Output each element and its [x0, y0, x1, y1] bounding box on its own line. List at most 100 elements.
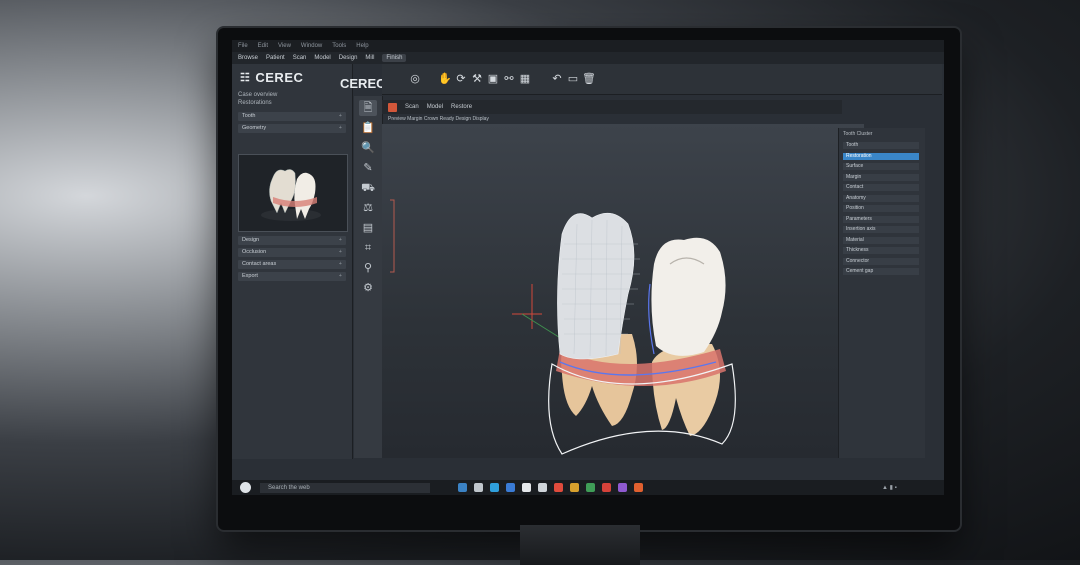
expand-icon[interactable]: +: [339, 260, 342, 269]
target-icon[interactable]: ◎: [408, 72, 422, 86]
right-panel-title: Tooth Cluster: [843, 131, 873, 137]
taskbar-app-icon[interactable]: [538, 483, 547, 492]
tab-patient[interactable]: Patient: [266, 55, 285, 61]
property-row[interactable]: Contact: [843, 184, 919, 191]
tab-design[interactable]: Design: [339, 55, 358, 61]
menu-item[interactable]: Tools: [332, 43, 346, 49]
tab-model[interactable]: Model: [314, 55, 330, 61]
system-tray[interactable]: ▲ ▮ ▪: [882, 484, 932, 491]
taskbar-app-icon[interactable]: [554, 483, 563, 492]
car-icon[interactable]: ⛟: [359, 180, 377, 196]
tool-icon[interactable]: ⚒: [470, 72, 484, 86]
panel-row[interactable]: Geometry +: [238, 124, 346, 133]
panel-row-label: Occlusion: [242, 249, 267, 255]
taskbar-search[interactable]: Search the web: [260, 483, 430, 493]
hand-icon[interactable]: ✋: [438, 72, 452, 86]
left-panel: ☷ CEREC Case overview Restorations Tooth…: [232, 64, 353, 459]
taskbar: Search the web ▲ ▮ ▪: [232, 480, 944, 495]
screen: File Edit View Window Tools Help Browse Patien…: [232, 40, 944, 495]
expand-icon[interactable]: +: [339, 248, 342, 257]
panel-row-label: Contact areas: [242, 261, 277, 267]
menu-item[interactable]: Edit: [258, 43, 268, 49]
grid-menu-icon[interactable]: ☷: [240, 71, 250, 84]
panel-row[interactable]: Occlusion +: [238, 248, 346, 257]
settings-icon[interactable]: ⚙: [359, 280, 377, 296]
record-icon[interactable]: [388, 102, 397, 112]
subbar-item-2[interactable]: Model: [427, 104, 443, 110]
panel-row-label: Geometry: [242, 125, 267, 131]
link-icon[interactable]: ⚯: [502, 72, 516, 86]
info-bar: Preview Margin Crown Ready Design Displa…: [388, 116, 489, 122]
panel-row[interactable]: Export +: [238, 272, 346, 281]
property-row[interactable]: Margin: [843, 173, 919, 181]
right-panel: Tooth Cluster Tooth Restoration Surface Mar…: [838, 128, 925, 458]
expand-icon[interactable]: +: [339, 124, 342, 133]
trash-icon[interactable]: 🗑: [582, 72, 596, 86]
taskbar-app-icon[interactable]: [586, 483, 595, 492]
property-row[interactable]: Thickness: [843, 247, 919, 254]
property-row[interactable]: Position: [843, 205, 919, 212]
menu-bar: File Edit View Window Tools Help: [232, 40, 944, 52]
magnify-icon[interactable]: 🔍: [359, 140, 377, 156]
3d-viewport[interactable]: [382, 124, 864, 458]
property-row[interactable]: Parameters: [843, 215, 919, 223]
tab-scan[interactable]: Scan: [293, 55, 307, 61]
taskbar-app-icon[interactable]: [506, 483, 515, 492]
expand-icon[interactable]: +: [339, 236, 342, 245]
menu-item[interactable]: Window: [301, 43, 322, 49]
menu-item[interactable]: Help: [356, 43, 368, 49]
tooth-thumbnail[interactable]: [238, 154, 348, 232]
tool-column: 🗎 📋 🔍 ✎ ⛟ ⚖ ▤ ⌗ ⚲ ⚙: [354, 96, 383, 458]
crop-icon[interactable]: ⌗: [359, 240, 377, 256]
taskbar-app-icon[interactable]: [602, 483, 611, 492]
property-row[interactable]: Insertion axis: [843, 226, 919, 233]
rotate-icon[interactable]: ⟳: [454, 72, 468, 86]
menu-item[interactable]: View: [278, 43, 291, 49]
monitor-stand: [520, 525, 640, 565]
expand-icon[interactable]: +: [339, 112, 342, 121]
tab-finish[interactable]: Finish: [382, 54, 407, 62]
taskbar-app-icon[interactable]: [458, 483, 467, 492]
pen-icon[interactable]: ✎: [359, 160, 377, 176]
window-icon[interactable]: ▭: [566, 72, 580, 86]
save-icon[interactable]: ▦: [518, 72, 532, 86]
panel-row[interactable]: Contact areas +: [238, 260, 346, 269]
start-button[interactable]: [240, 482, 251, 493]
tab-mill[interactable]: Mill: [365, 55, 374, 61]
panel-row-label: Export: [242, 273, 258, 279]
taskbar-app-icon[interactable]: [618, 483, 627, 492]
expand-icon[interactable]: +: [339, 272, 342, 281]
scale-icon[interactable]: ⚖: [359, 200, 377, 216]
property-row[interactable]: Surface: [843, 163, 919, 170]
taskbar-app-icon[interactable]: [570, 483, 579, 492]
clipboard-icon[interactable]: 📋: [359, 120, 377, 136]
layers-icon[interactable]: ▤: [359, 220, 377, 236]
panel-row-label: Tooth: [242, 113, 256, 119]
top-toolbar: ◎ ✋ ⟳ ⚒ ▣ ⚯ ▦ ↶ ▭ 🗑 ⋯: [382, 64, 942, 95]
document-icon[interactable]: 🗎: [359, 100, 377, 116]
property-row[interactable]: Anatomy: [843, 194, 919, 202]
property-row[interactable]: Material: [843, 236, 919, 244]
stamp-icon[interactable]: ⚲: [359, 260, 377, 276]
taskbar-app-icon[interactable]: [522, 483, 531, 492]
taskbar-app-icon[interactable]: [634, 483, 643, 492]
section-title: Case overview: [238, 92, 278, 98]
panel-row-label: Design: [242, 237, 260, 243]
panel-row[interactable]: Design +: [238, 236, 346, 245]
taskbar-app-icon[interactable]: [490, 483, 499, 492]
panel-row[interactable]: Tooth +: [238, 112, 346, 121]
property-row[interactable]: Tooth: [843, 142, 919, 149]
property-row[interactable]: Cement gap: [843, 268, 919, 275]
square-icon[interactable]: ▣: [486, 72, 500, 86]
logo-text: CEREC: [255, 70, 304, 85]
menu-item[interactable]: File: [238, 43, 248, 49]
undo-icon[interactable]: ↶: [550, 72, 564, 86]
app-logo-secondary: CEREC: [340, 76, 386, 91]
property-row[interactable]: Connector: [843, 257, 919, 265]
property-row[interactable]: Restoration: [843, 152, 919, 160]
taskbar-app-icon[interactable]: [474, 483, 483, 492]
subbar-item-1[interactable]: Scan: [405, 104, 419, 110]
app-logo: ☷ CEREC: [240, 70, 303, 85]
subbar-item-3[interactable]: Restore: [451, 104, 472, 110]
tab-browse[interactable]: Browse: [238, 55, 258, 61]
